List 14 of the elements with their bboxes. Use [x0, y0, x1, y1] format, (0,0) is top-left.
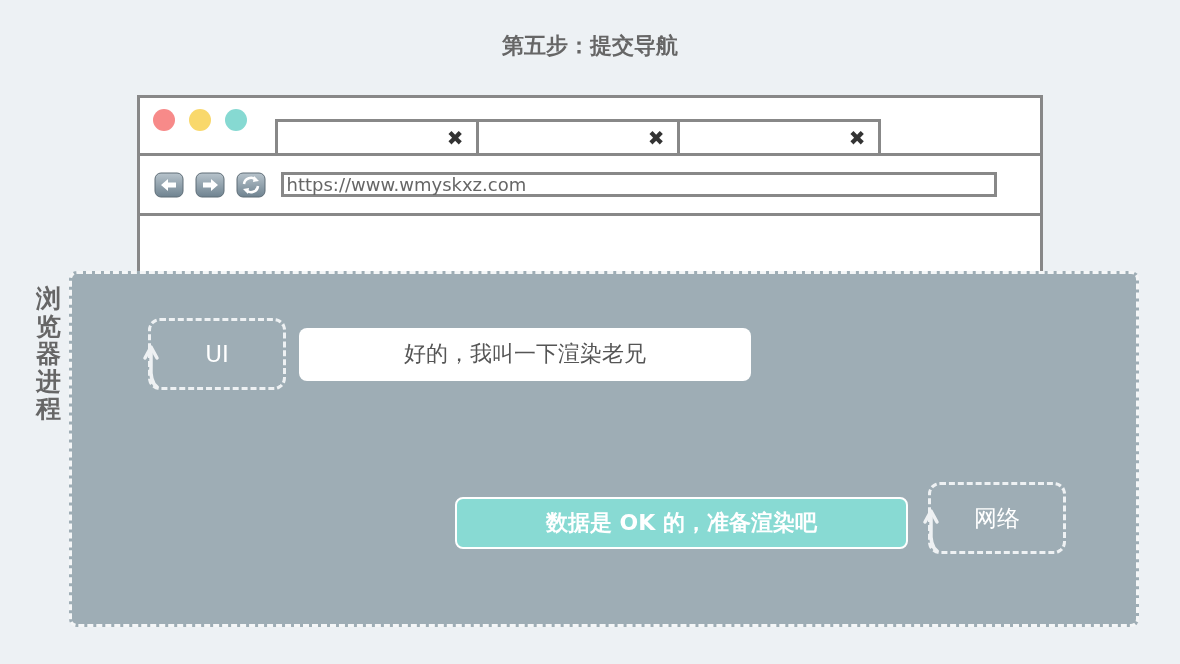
- address-field[interactable]: https://www.wmyskxz.com: [280, 172, 997, 197]
- back-button[interactable]: [153, 171, 184, 198]
- speech-bubble: 好的，我叫一下渲染老兄: [299, 327, 751, 381]
- browser-tab[interactable]: ✖: [274, 119, 479, 153]
- window-control-dot[interactable]: [152, 109, 175, 131]
- ui-module-box: UI: [148, 318, 286, 390]
- window-control-dot[interactable]: [224, 109, 247, 131]
- reload-button[interactable]: [235, 171, 266, 198]
- network-module-box: 网络: [928, 482, 1066, 554]
- speech-bubble: 数据是 OK 的，准备渲染吧: [455, 497, 908, 549]
- forward-button[interactable]: [194, 171, 225, 198]
- window-control-dot[interactable]: [188, 109, 211, 131]
- slide-title: 第五步：提交导航: [502, 32, 678, 60]
- process-label: 浏览器进程: [36, 285, 61, 423]
